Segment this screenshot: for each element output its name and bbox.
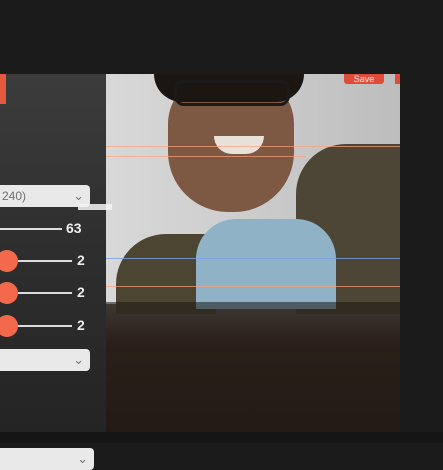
slider-2-value: 2 (77, 252, 85, 268)
slider-1-value: 63 (66, 220, 82, 236)
slider-3-track[interactable] (18, 292, 72, 294)
shirt (196, 219, 336, 309)
slider-4-thumb[interactable] (0, 315, 18, 337)
slider-1[interactable]: 63 (0, 217, 100, 241)
scanline (106, 258, 400, 259)
scanline (106, 146, 400, 147)
scanline (106, 286, 400, 287)
right-edge (400, 0, 443, 443)
option-select-1-value (0, 353, 2, 367)
top-bar (0, 0, 443, 74)
panel-accent-tab[interactable] (0, 74, 6, 104)
resolution-select[interactable]: 240) ⌄ (0, 185, 90, 207)
chevron-down-icon: ⌄ (73, 352, 84, 367)
screen-reflection (106, 302, 400, 432)
resolution-select-value: 240) (2, 189, 27, 203)
slider-3-value: 2 (77, 284, 85, 300)
glasses (174, 80, 290, 106)
slider-1-track[interactable] (0, 228, 62, 230)
slider-2[interactable]: 2 (0, 249, 100, 273)
option-select-1[interactable]: ⌄ (0, 349, 90, 371)
camera-preview (106, 74, 400, 432)
slider-4[interactable]: 2 (0, 314, 100, 338)
option-select-2-value (0, 452, 2, 466)
slider-4-track[interactable] (18, 325, 72, 327)
scanline (106, 156, 306, 157)
glare (78, 204, 112, 210)
settings-panel: 240) ⌄ 63 2 2 2 ⌄ ⌄ (0, 74, 106, 470)
chevron-down-icon: ⌄ (77, 451, 88, 466)
bottom-edge (0, 432, 443, 443)
slider-3[interactable]: 2 (0, 281, 100, 305)
slider-3-thumb[interactable] (0, 282, 18, 304)
slider-2-thumb[interactable] (0, 250, 18, 272)
slider-2-track[interactable] (18, 260, 72, 262)
save-badge[interactable]: Save (344, 74, 384, 84)
slider-4-value: 2 (77, 317, 85, 333)
option-select-2[interactable]: ⌄ (0, 448, 94, 470)
